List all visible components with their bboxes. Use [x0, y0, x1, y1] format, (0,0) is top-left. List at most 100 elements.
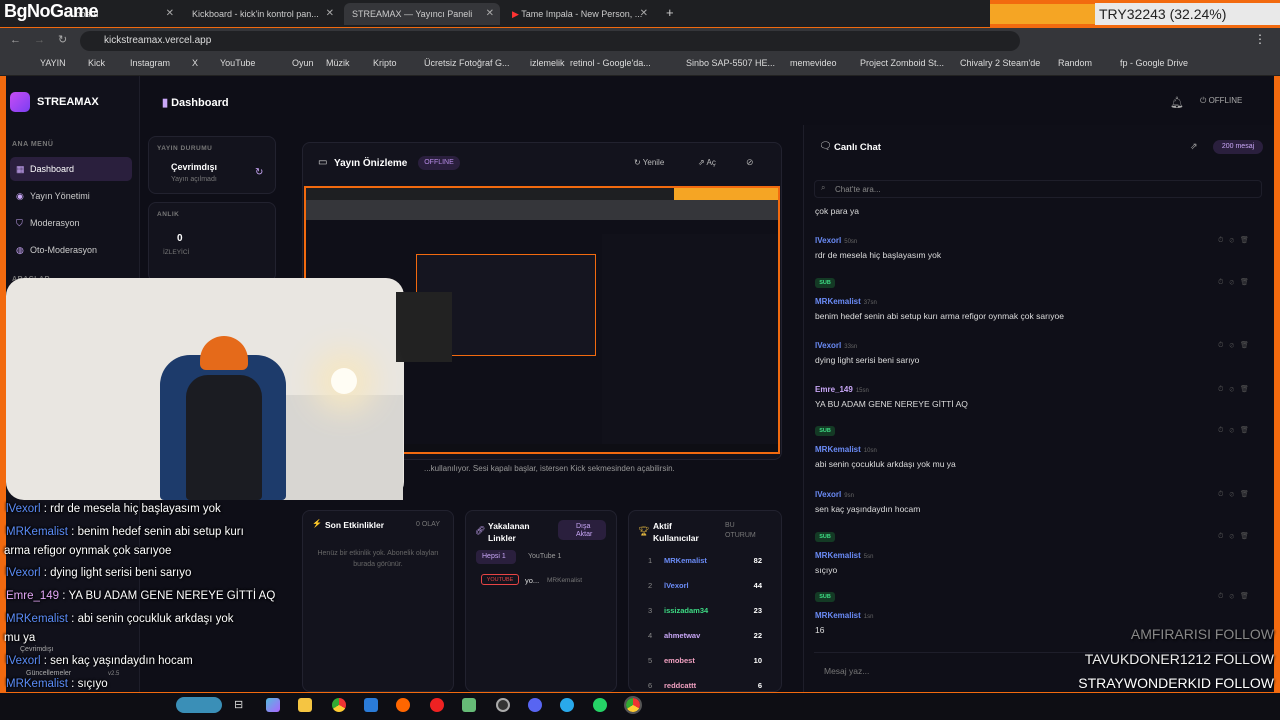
message-actions[interactable]: ⏱⊘🗑︎	[1218, 532, 1255, 541]
message-actions[interactable]: ⏱⊘🗑︎	[1218, 592, 1255, 601]
active-user-row[interactable]: 5 emobest 10	[648, 656, 768, 670]
message-actions[interactable]: ⏱⊘🗑︎	[1218, 426, 1255, 435]
task-view-icon[interactable]: ⊟	[234, 698, 243, 711]
bookmark-item[interactable]: Project Zomboid St...	[860, 58, 944, 68]
chat-username[interactable]: MRKemalist 5sn	[815, 551, 873, 560]
chat-search-input[interactable]: Chat'te ara...	[814, 180, 1262, 198]
bot-icon: ◍	[16, 245, 24, 255]
bookmark-item[interactable]: izlemelik	[530, 58, 565, 68]
bookmark-item[interactable]: Kripto	[373, 58, 397, 68]
captured-link-text[interactable]: yo...	[525, 576, 539, 585]
refresh-button[interactable]: ↻ Yenile	[634, 158, 664, 167]
chat-username[interactable]: MRKemalist 1sn	[815, 611, 873, 620]
chat-username[interactable]: Emre_149 15sn	[815, 385, 869, 394]
bookmark-item[interactable]: Instagram	[130, 58, 170, 68]
mute-icon[interactable]: ⊘	[746, 157, 754, 168]
bookmark-item[interactable]: YouTube	[220, 58, 255, 68]
trophy-icon: 🏆︎	[638, 526, 650, 536]
bookmark-item[interactable]: Müzik	[326, 58, 350, 68]
discord-icon[interactable]	[528, 698, 542, 712]
chat-username[interactable]: MRKemalist 10sn	[815, 445, 877, 454]
stream-chat-line: lVexorl : dying light serisi beni sarıyo	[6, 567, 191, 579]
filter-youtube[interactable]: YouTube 1	[522, 550, 572, 564]
back-icon[interactable]: ←	[10, 34, 21, 46]
viewer-count: 0	[177, 233, 183, 244]
chat-username-text: lVexorl	[815, 236, 842, 245]
bell-icon[interactable]: 🔔︎	[1170, 96, 1184, 109]
chrome-active-icon[interactable]	[624, 696, 642, 714]
sidebar-item-broadcast[interactable]: ◉ Yayın Yönetimi	[10, 184, 132, 208]
browser-tab-active[interactable]: STREAMAX — Yayıncı Paneli ✕	[344, 3, 500, 25]
stream-chat-user: MRKemalist	[6, 526, 68, 538]
bookmark-item[interactable]: Ücretsiz Fotoğraf G...	[424, 58, 510, 68]
message-actions[interactable]: ⏱⊘🗑︎	[1218, 278, 1255, 287]
reload-icon[interactable]: ↻	[58, 33, 67, 46]
url-bar[interactable]: kickstreamax.vercel.app	[80, 31, 1020, 51]
stream-state: Çevrimdışı	[171, 162, 218, 172]
refresh-icon[interactable]: ↻	[255, 167, 263, 178]
open-button[interactable]: ⇗ Aç	[698, 158, 716, 167]
chat-username[interactable]: lVexorl 9sn	[815, 490, 854, 499]
bookmark-item[interactable]: retinol - Google'da...	[570, 58, 651, 68]
bookmark-item[interactable]: Random	[1058, 58, 1092, 68]
active-user-row[interactable]: 3 issizadam34 23	[648, 606, 768, 620]
active-user-row[interactable]: 2 lVexorl 44	[648, 581, 768, 595]
message-actions[interactable]: ⏱⊘🗑︎	[1218, 236, 1255, 245]
firefox-icon[interactable]	[396, 698, 410, 712]
bookmark-item[interactable]: X	[192, 58, 198, 68]
sidebar-item-automod[interactable]: ◍ Oto-Moderasyon	[10, 238, 132, 262]
search-placeholder: Chat'te ara...	[835, 185, 881, 194]
chat-username[interactable]: lVexorl 33sn	[815, 341, 857, 350]
input-placeholder: Mesaj yaz...	[824, 666, 870, 676]
chat-username[interactable]: lVexorl 50sn	[815, 236, 857, 245]
url-text: kickstreamax.vercel.app	[104, 35, 212, 46]
new-tab-button[interactable]: +	[662, 3, 682, 25]
bookmark-item[interactable]: Chivalry 2 Steam'de	[960, 58, 1040, 68]
taskbar-widget[interactable]	[176, 697, 222, 713]
filter-label: YouTube	[528, 553, 556, 560]
active-user-row[interactable]: 4 ahmetwav 22	[648, 631, 768, 645]
whatsapp-icon[interactable]	[593, 698, 607, 712]
sub-badge: SUB	[815, 532, 835, 542]
message-actions[interactable]: ⏱⊘🗑︎	[1218, 490, 1255, 499]
stream-chat-sep: :	[67, 678, 78, 690]
active-user-row[interactable]: 1 MRKemalist 82	[648, 556, 768, 570]
close-icon[interactable]: ✕	[486, 8, 494, 19]
telegram-icon[interactable]	[560, 698, 574, 712]
bookmark-item[interactable]: fp - Google Drive	[1120, 58, 1188, 68]
bookmark-item[interactable]: YAYIN	[40, 58, 66, 68]
menu-icon[interactable]: ⋮	[1254, 32, 1266, 46]
bookmark-item[interactable]: Sinbo SAP-5507 HE...	[686, 58, 775, 68]
opera-icon[interactable]	[430, 698, 444, 712]
message-actions[interactable]: ⏱⊘🗑︎	[1218, 341, 1255, 350]
chrome-icon[interactable]	[332, 698, 346, 712]
copilot-icon[interactable]	[266, 698, 280, 712]
sidebar-item-dashboard[interactable]: ▦ Dashboard	[10, 157, 132, 181]
steam-icon[interactable]	[496, 698, 510, 712]
chat-username[interactable]: MRKemalist 37sn	[815, 297, 877, 306]
browser-tab[interactable]: ▶ Tame Impala - New Person, ... ✕	[504, 3, 654, 25]
folder-icon[interactable]	[298, 698, 312, 712]
forward-icon[interactable]: →	[34, 34, 45, 46]
export-button[interactable]: Dışa Aktar	[558, 520, 606, 540]
updates-link[interactable]: Güncellemeler	[26, 670, 71, 677]
close-icon[interactable]: ✕	[166, 8, 174, 19]
browser-tab[interactable]: Kickboard - kick'in kontrol pan... ✕	[184, 3, 340, 25]
message-actions[interactable]: ⏱⊘🗑︎	[1218, 385, 1255, 394]
app-icon[interactable]	[462, 698, 476, 712]
close-icon[interactable]: ✕	[326, 8, 334, 19]
stream-chat-sep: :	[40, 503, 51, 515]
chat-title: Canlı Chat	[834, 142, 881, 153]
sidebar-item-moderation[interactable]: ⛉ Moderasyon	[10, 211, 132, 235]
stream-chat-cont: mu ya	[4, 632, 36, 644]
close-icon[interactable]: ✕	[640, 8, 648, 19]
stream-chat-sep: :	[40, 567, 51, 579]
stream-status-card: YAYIN DURUMU Çevrimdışı Yayın açılmadı ↻	[148, 136, 276, 194]
popout-icon[interactable]: ⇗	[1190, 141, 1198, 152]
filter-all[interactable]: Hepsi 1	[476, 550, 516, 564]
search-icon: ⌕	[821, 183, 826, 192]
mail-icon[interactable]	[364, 698, 378, 712]
bookmark-item[interactable]: memevideo	[790, 58, 837, 68]
bookmark-item[interactable]: Oyun	[292, 58, 314, 68]
bookmark-item[interactable]: Kick	[88, 58, 105, 68]
